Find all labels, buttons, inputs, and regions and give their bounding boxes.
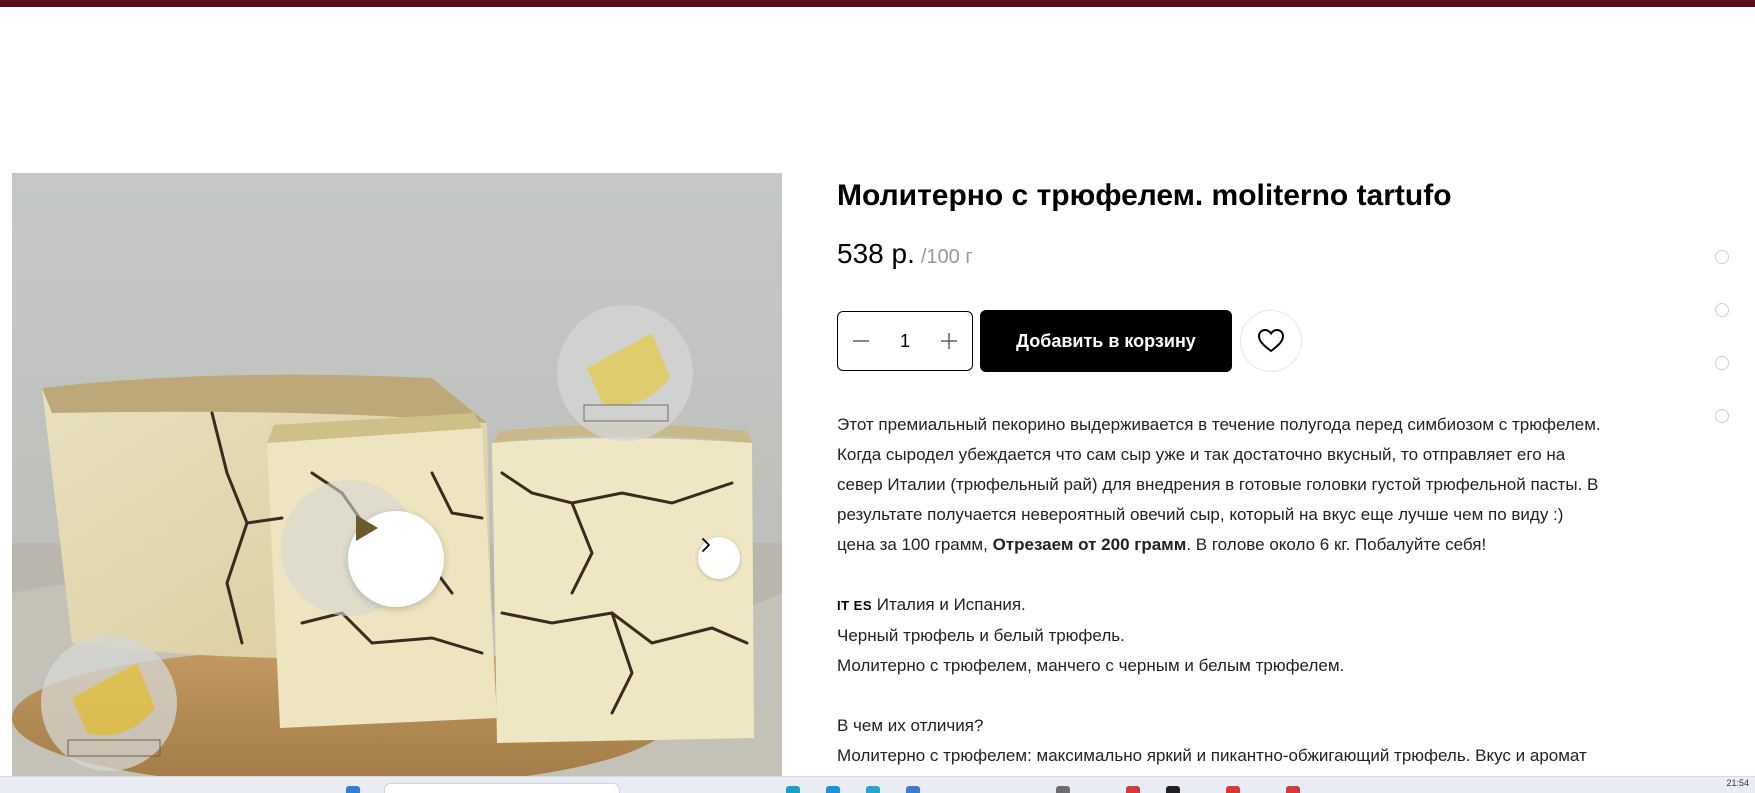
quantity-stepper: 1 <box>837 311 973 371</box>
minus-icon <box>853 340 869 342</box>
os-taskbar: 21:54 <box>0 776 1755 793</box>
slide-dots <box>1715 250 1729 462</box>
slide-dot[interactable] <box>1715 303 1729 317</box>
add-to-cart-button[interactable]: Добавить в корзину <box>980 310 1232 372</box>
description-line: результате получается невероятный овечий… <box>837 505 1564 524</box>
cheese-photo <box>12 173 782 776</box>
price-note: цена за 100 грамм, Отрезаем от 200 грамм… <box>837 530 1617 560</box>
play-video-button[interactable] <box>348 511 444 607</box>
slide-dot[interactable] <box>1715 356 1729 370</box>
price-row: 538 р. /100 г <box>837 238 1607 278</box>
price-note-prefix: цена за 100 грамм, <box>837 535 993 554</box>
product-description: Этот премиальный пекорино выдерживается … <box>837 410 1617 771</box>
gallery-next-button[interactable] <box>698 537 740 579</box>
product-price: 538 р. <box>837 238 915 269</box>
watermark-logo-top <box>557 305 693 441</box>
description-line: Когда сыродел убеждается что сам сыр уже… <box>837 445 1566 464</box>
product-variants: Молитерно с трюфелем, манчего с черным и… <box>837 656 1345 675</box>
truffle-types: Черный трюфель и белый трюфель. <box>837 626 1125 645</box>
tray-clock: 21:54 <box>1726 778 1749 788</box>
slide-dot[interactable] <box>1715 409 1729 423</box>
slide-dot[interactable] <box>1715 250 1729 264</box>
play-icon <box>356 515 378 541</box>
country-flags: IT ES <box>837 598 873 613</box>
top-accent-stripe <box>0 0 1755 7</box>
chevron-right-icon <box>702 538 710 552</box>
buy-controls: 1 Добавить в корзину <box>837 310 1302 372</box>
origin-countries: Италия и Испания. <box>876 595 1026 614</box>
quantity-decrease-button[interactable] <box>850 330 872 352</box>
product-image-gallery[interactable] <box>12 173 782 776</box>
differences-answer: Молитерно с трюфелем: максимально яркий … <box>837 746 1587 765</box>
price-note-bold: Отрезаем от 200 грамм <box>992 535 1187 554</box>
quantity-increase-button[interactable] <box>938 330 960 352</box>
quantity-input[interactable]: 1 <box>890 331 920 352</box>
differences-question: В чем их отличия? <box>837 716 984 735</box>
price-note-suffix: . В голове около 6 кг. Побалуйте себя! <box>1186 535 1487 554</box>
plus-icon <box>941 333 957 349</box>
description-line: Этот премиальный пекорино выдерживается … <box>837 415 1601 434</box>
add-to-favorites-button[interactable] <box>1240 310 1302 372</box>
price-unit: /100 г <box>920 246 973 268</box>
origin-line: IT ES Италия и Испания. <box>837 590 1617 621</box>
watermark-logo-bottom <box>41 635 177 771</box>
product-title: Молитерно с трюфелем. moliterno tartufo <box>837 179 1452 212</box>
heart-icon <box>1257 328 1285 353</box>
description-line: север Италии (трюфельный рай) для внедре… <box>837 475 1599 494</box>
product-info: Молитерно с трюфелем. moliterno tartufo … <box>837 170 1607 765</box>
